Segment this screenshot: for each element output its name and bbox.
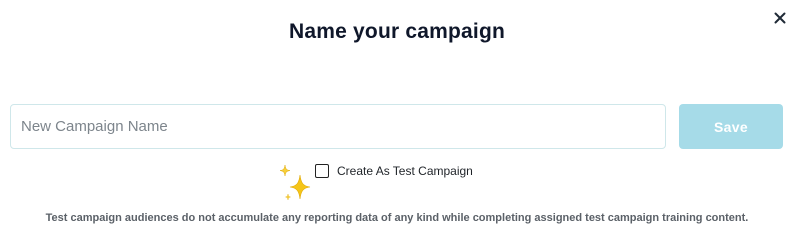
test-campaign-option[interactable]: Create As Test Campaign: [315, 163, 473, 179]
save-button[interactable]: Save: [679, 104, 783, 149]
campaign-name-input[interactable]: [10, 104, 666, 149]
sparkles-icon: [279, 164, 311, 201]
campaign-name-dialog: Name your campaign Save Create As Test C…: [0, 0, 800, 248]
dialog-title: Name your campaign: [289, 20, 505, 43]
test-campaign-checkbox[interactable]: [315, 164, 329, 178]
test-campaign-label[interactable]: Create As Test Campaign: [337, 164, 473, 178]
test-campaign-helper-text: Test campaign audiences do not accumulat…: [45, 212, 749, 224]
